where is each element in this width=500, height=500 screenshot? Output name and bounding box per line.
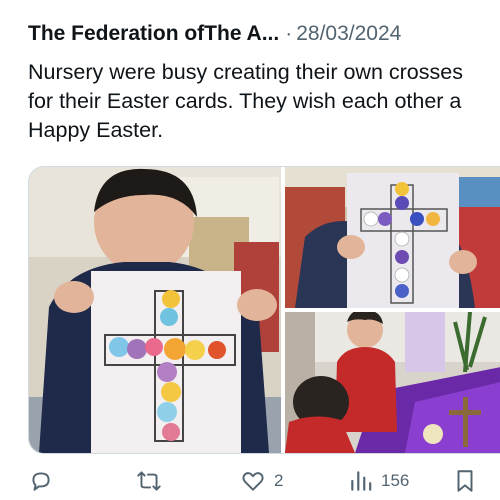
bookmark-icon <box>457 470 473 492</box>
tweet-header: The Federation ofThe A... · 28/03/2024 <box>28 22 492 52</box>
action-bar: 2 156 <box>0 462 500 500</box>
views-button[interactable]: 156 <box>349 462 409 500</box>
media-photo-2[interactable] <box>285 167 500 308</box>
views-icon <box>351 471 372 491</box>
retweet-icon <box>137 471 161 491</box>
like-count: 2 <box>274 471 284 490</box>
retweet-button[interactable] <box>135 462 171 500</box>
bookmark-button[interactable] <box>453 462 477 500</box>
reply-button[interactable] <box>28 462 62 500</box>
like-button[interactable]: 2 <box>240 462 283 500</box>
media-photo-1[interactable] <box>29 167 281 453</box>
views-count: 156 <box>381 471 410 490</box>
tweet-text: Nursery were busy creating their own cro… <box>28 60 463 142</box>
reply-icon <box>32 472 50 491</box>
media-grid <box>28 166 500 454</box>
media-photo-3[interactable] <box>285 312 500 453</box>
header-separator: · <box>285 22 293 45</box>
heart-icon <box>242 472 264 491</box>
tweet-date[interactable]: 28/03/2024 <box>296 22 401 46</box>
author-name[interactable]: The Federation ofThe A... <box>28 22 279 46</box>
